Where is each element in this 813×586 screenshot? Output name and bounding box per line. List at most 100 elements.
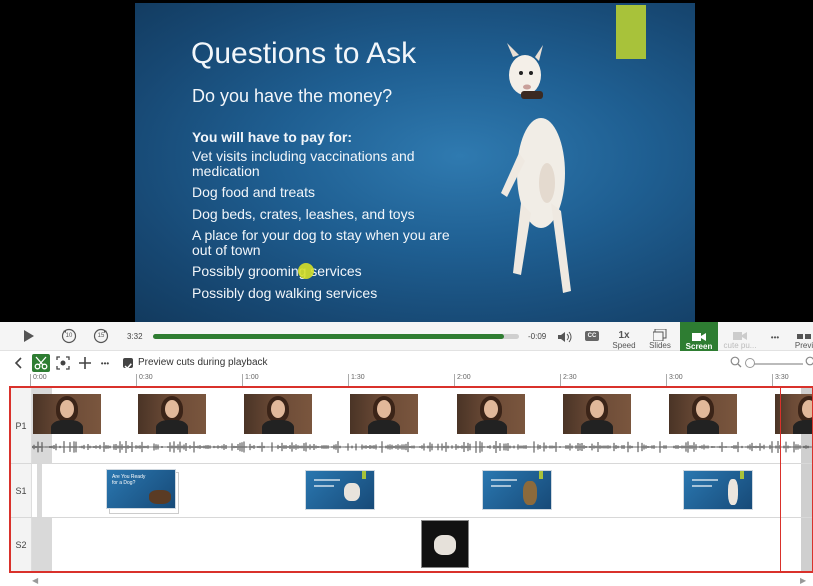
scissors-icon [34, 356, 48, 370]
video-thumbnail [244, 394, 312, 434]
zoom-out-button[interactable] [730, 356, 742, 368]
forward-label: 15 [97, 333, 105, 339]
rewind-10-button[interactable]: 10 [61, 328, 77, 344]
progress-fill [153, 334, 505, 339]
speed-value: 1x [618, 330, 630, 341]
focus-tool-button[interactable] [55, 355, 71, 371]
dog-image [501, 43, 571, 293]
camera-icon [692, 333, 706, 341]
magnifier-plus-icon [805, 356, 813, 366]
secondary-stream-button[interactable]: cute pu... [722, 324, 758, 350]
screen-button[interactable]: Screen [680, 322, 718, 351]
slide-bullet: Possibly grooming services [192, 263, 362, 279]
slide-bullet: Possibly dog walking services [192, 284, 378, 301]
track-label: S1 [11, 464, 32, 517]
slide-bullet: Vet visits including vaccinations and me… [192, 148, 415, 179]
track-p1[interactable]: P1 [11, 388, 812, 464]
trimmed-end-region [801, 464, 812, 517]
forward-15-button[interactable]: 15 [93, 328, 109, 344]
camera-faded-icon [733, 332, 747, 340]
chevron-left-icon [14, 357, 22, 369]
video-thumbnail [563, 394, 631, 434]
zoom-slider-handle[interactable] [745, 358, 755, 368]
checkmark-icon [124, 363, 132, 370]
captions-button[interactable]: CC [585, 331, 599, 341]
slide-bullet-list: Vet visits including vaccinations and me… [192, 149, 452, 307]
screen-caption: Screen [685, 342, 713, 351]
video-thumbnail [33, 394, 101, 434]
speed-caption: Speed [612, 341, 636, 350]
track-s2[interactable]: S2 [11, 518, 812, 571]
captions-label: CC [587, 333, 597, 339]
add-button[interactable] [77, 355, 93, 371]
play-button[interactable] [22, 329, 36, 343]
track-label: P1 [11, 388, 32, 463]
more-edit-options-button[interactable]: ••• [97, 355, 113, 371]
slide-bullet: A place for your dog to stay when you ar… [192, 227, 450, 258]
video-thumbnail [457, 394, 525, 434]
slide-bullet: Dog food and treats [192, 184, 315, 200]
video-thumbnail [350, 394, 418, 434]
playhead[interactable] [780, 386, 781, 573]
more-options-button[interactable]: ••• [764, 324, 786, 350]
cut-tool-button[interactable] [32, 354, 50, 372]
trimmed-start-region [32, 518, 52, 571]
slide-thumbnail [683, 470, 753, 510]
timeline-ruler[interactable]: 0:00 0:30 1:00 1:30 2:00 2:30 3:00 3:30 [30, 374, 813, 386]
slide-thumbnail: Are You Ready for a Dog? [106, 469, 176, 509]
ruler-tick: 3:00 [666, 374, 683, 386]
preview-icon [797, 334, 811, 339]
video-thumbnail [138, 394, 206, 434]
timeline-editor[interactable]: P1 S1 Are You Ready for a Dog? S2 [9, 386, 813, 573]
preview-button[interactable]: Previ [792, 324, 813, 350]
slides-icon [653, 329, 667, 341]
video-thumbnail [669, 394, 737, 434]
preview-caption: Previ [794, 341, 813, 350]
volume-button[interactable] [557, 330, 573, 344]
presentation-slide: Questions to Ask Do you have the money? … [135, 3, 695, 322]
slide-accent-bar [616, 5, 646, 59]
ruler-tick: 0:00 [30, 374, 47, 386]
timeline-scrollbar[interactable]: ◀ ▶ [0, 574, 813, 586]
trimmed-start-region [37, 464, 42, 517]
volume-icon [558, 331, 572, 343]
slide-thumbnail [305, 470, 375, 510]
magnifier-icon [730, 356, 742, 368]
ruler-tick: 1:00 [242, 374, 259, 386]
preview-cuts-label: Preview cuts during playback [138, 357, 268, 368]
scroll-right-icon[interactable]: ▶ [800, 576, 806, 585]
slide-subtitle: Do you have the money? [192, 86, 393, 106]
slide-thumbnail-title: Are You Ready for a Dog? [112, 474, 146, 486]
preview-cuts-checkbox[interactable] [123, 358, 133, 370]
zoom-in-button[interactable] [804, 356, 813, 368]
ruler-tick: 2:30 [560, 374, 577, 386]
app-window: Questions to Ask Do you have the money? … [0, 0, 813, 586]
play-icon [24, 330, 34, 342]
track-s1[interactable]: S1 Are You Ready for a Dog? [11, 464, 812, 518]
plus-icon [79, 357, 91, 369]
time-elapsed: 3:32 [127, 332, 143, 341]
scroll-left-icon[interactable]: ◀ [32, 576, 38, 585]
progress-bar[interactable] [153, 334, 519, 339]
video-viewport[interactable]: Questions to Ask Do you have the money? … [0, 0, 813, 322]
back-button[interactable] [12, 356, 24, 370]
slides-caption: Slides [649, 341, 671, 350]
slide-thumbnail [482, 470, 552, 510]
presenter-cursor-highlight [298, 263, 314, 279]
audio-waveform [32, 441, 812, 453]
edit-toolbar: ••• Preview cuts during playback [0, 352, 813, 374]
slide-title: Questions to Ask [191, 37, 417, 70]
ruler-tick: 1:30 [348, 374, 365, 386]
ruler-tick: 3:30 [772, 374, 789, 386]
speed-button[interactable]: 1x Speed [610, 324, 638, 350]
video-clip-thumbnail [421, 520, 469, 568]
time-remaining: -0:09 [528, 332, 547, 341]
slide-heading: You will have to pay for: [192, 129, 352, 145]
dog-thumbnail-image [149, 490, 171, 504]
slides-button[interactable]: Slides [646, 324, 674, 350]
slide-bullet: Dog beds, crates, leashes, and toys [192, 205, 415, 222]
ellipsis-icon: ••• [100, 358, 110, 368]
secondary-stream-caption: cute pu... [723, 341, 757, 350]
zoom-slider-track[interactable] [748, 363, 803, 365]
focus-icon [56, 356, 70, 370]
